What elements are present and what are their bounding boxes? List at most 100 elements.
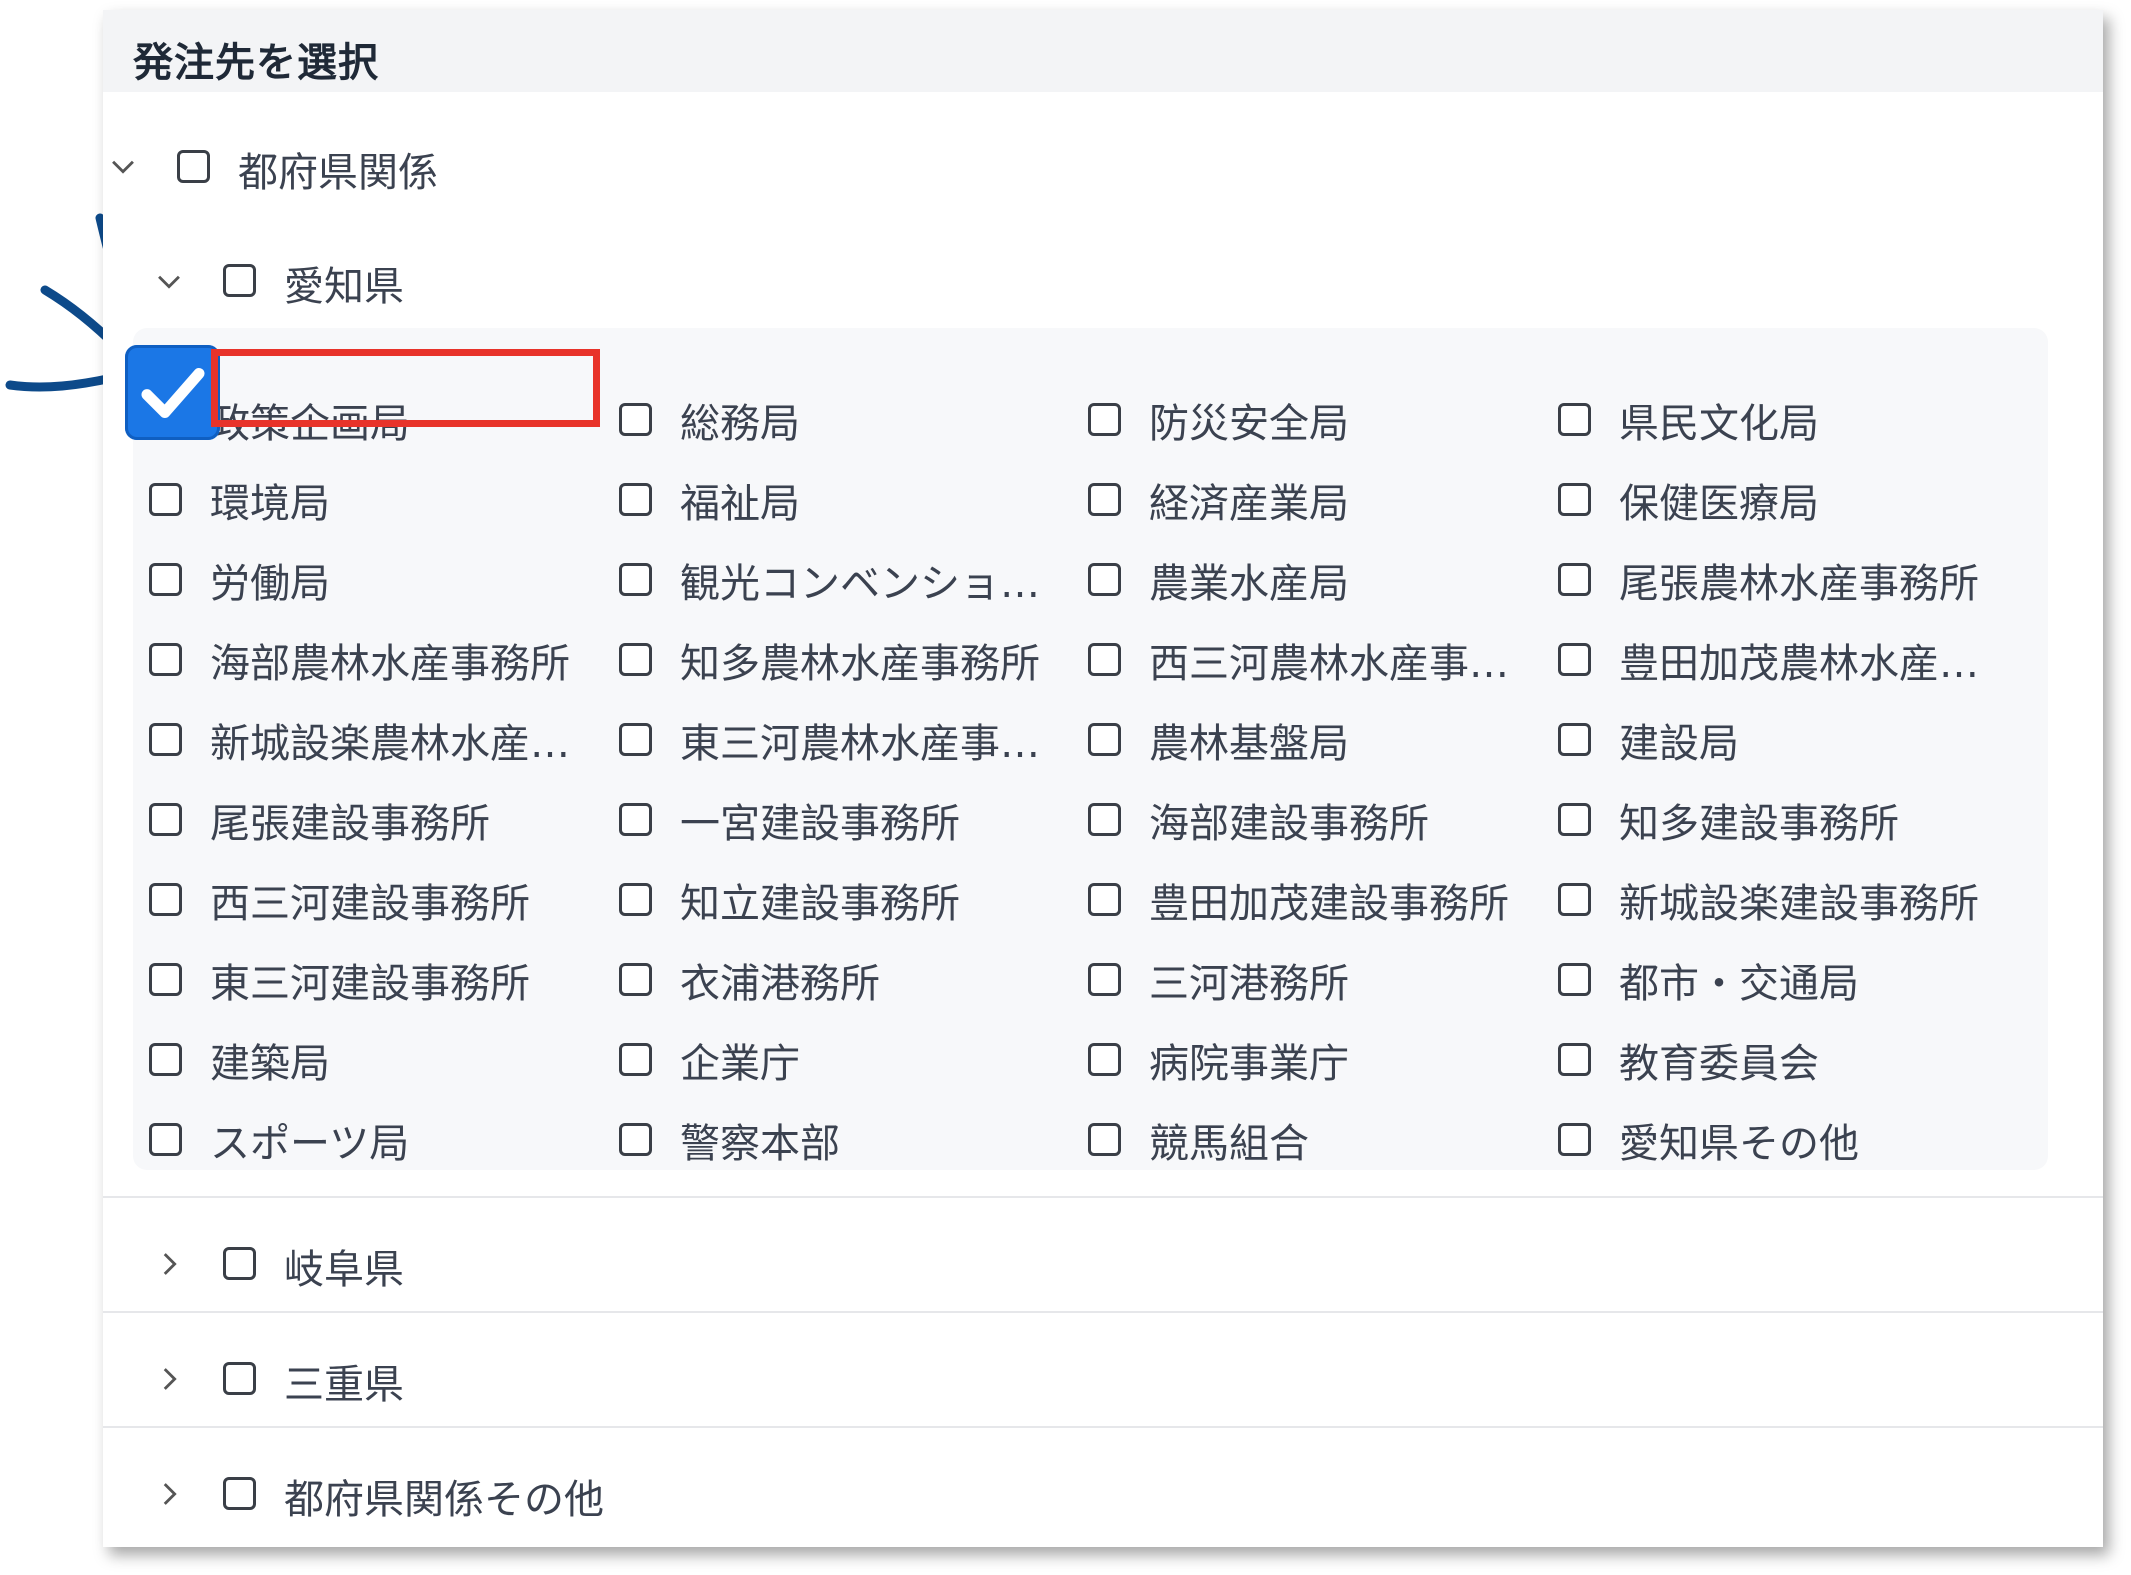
item-checkbox[interactable] [619,643,652,676]
item-label[interactable]: 一宮建設事務所 [680,791,960,849]
item-checkbox[interactable] [1088,483,1121,516]
item-label[interactable]: 建築局 [210,1031,330,1089]
item-checkbox[interactable] [1558,563,1591,596]
item-label[interactable]: 観光コンベンショ… [680,551,1040,609]
item-checkbox[interactable] [1558,963,1591,996]
item-label[interactable]: 警察本部 [680,1111,840,1169]
item-label[interactable]: 環境局 [210,471,330,529]
chevron-right-icon[interactable] [146,1356,192,1402]
item-label[interactable]: 農業水産局 [1149,551,1349,609]
checkbox-mie[interactable] [223,1362,256,1395]
chevron-down-icon[interactable] [100,143,146,189]
item-label[interactable]: 都市・交通局 [1619,951,1859,1009]
item-checkbox[interactable] [1088,1043,1121,1076]
item-label[interactable]: 尾張建設事務所 [210,791,490,849]
item-checkbox[interactable] [1088,403,1121,436]
item-checkbox[interactable] [1558,643,1591,676]
selector-header: 発注先を選択 [103,10,2103,92]
chevron-right-icon[interactable] [146,1471,192,1517]
item-checkbox[interactable] [149,563,182,596]
item-checkbox[interactable] [1088,643,1121,676]
item-checkbox[interactable] [1088,803,1121,836]
item-label[interactable]: 病院事業庁 [1149,1031,1349,1089]
item-label[interactable]: 三河港務所 [1149,951,1349,1009]
item-checkbox[interactable] [1088,963,1121,996]
item-label[interactable]: スポーツ局 [210,1111,409,1169]
item-checkbox[interactable] [1088,1123,1121,1156]
selector-title: 発注先を選択 [133,40,379,86]
item-checkbox[interactable] [149,1123,182,1156]
item-checkbox[interactable] [1558,803,1591,836]
item-checkbox[interactable] [619,563,652,596]
item-checkbox[interactable] [619,883,652,916]
item-label[interactable]: 衣浦港務所 [680,951,880,1009]
tree-label-prefectures-other: 都府県関係その他 [284,1477,604,1523]
item-checkbox[interactable] [149,963,182,996]
divider [103,1196,2103,1198]
item-label[interactable]: 経済産業局 [1149,471,1349,529]
item-label[interactable]: 知多建設事務所 [1619,791,1899,849]
item-label[interactable]: 防災安全局 [1149,391,1349,449]
tree-label-aichi: 愛知県 [284,264,404,310]
item-label[interactable]: 豊田加茂農林水産… [1619,631,1979,689]
item-checkbox[interactable] [149,643,182,676]
item-checkbox[interactable] [149,883,182,916]
divider [103,1311,2103,1313]
checkbox-checked-seisaku[interactable] [125,345,220,440]
item-checkbox[interactable] [1558,403,1591,436]
item-label[interactable]: 労働局 [210,551,330,609]
item-label[interactable]: 建設局 [1619,711,1739,769]
item-label[interactable]: 総務局 [680,391,800,449]
highlight-box [211,349,600,427]
item-checkbox[interactable] [1558,883,1591,916]
item-checkbox[interactable] [1088,883,1121,916]
item-label[interactable]: 東三河農林水産事… [680,711,1040,769]
item-checkbox[interactable] [1558,723,1591,756]
item-label[interactable]: 企業庁 [680,1031,800,1089]
checkbox-prefectures[interactable] [177,150,210,183]
recipient-selector-card: 発注先を選択 都府県関係 愛知県 政策企画局 総務局 防災安全局 県民文化局 環境局 福祉… [103,10,2103,1547]
divider [103,1426,2103,1428]
item-checkbox[interactable] [619,963,652,996]
item-label[interactable]: 尾張農林水産事務所 [1619,551,1979,609]
item-label[interactable]: 新城設楽建設事務所 [1619,871,1979,929]
item-label[interactable]: 知多農林水産事務所 [680,631,1040,689]
checkbox-aichi[interactable] [223,264,256,297]
item-checkbox[interactable] [1558,483,1591,516]
item-label[interactable]: 愛知県その他 [1619,1111,1859,1169]
item-label[interactable]: 東三河建設事務所 [210,951,530,1009]
item-label[interactable]: 福祉局 [680,471,800,529]
item-checkbox[interactable] [1088,563,1121,596]
tree-label-gifu: 岐阜県 [284,1247,404,1293]
item-label[interactable]: 保健医療局 [1619,471,1819,529]
item-label[interactable]: 競馬組合 [1149,1111,1309,1169]
item-checkbox[interactable] [1558,1123,1591,1156]
item-checkbox[interactable] [619,1123,652,1156]
item-label[interactable]: 西三河建設事務所 [210,871,530,929]
item-label[interactable]: 知立建設事務所 [680,871,960,929]
chevron-down-icon[interactable] [146,258,192,304]
item-checkbox[interactable] [619,403,652,436]
item-checkbox[interactable] [619,483,652,516]
item-checkbox[interactable] [149,1043,182,1076]
chevron-right-icon[interactable] [146,1241,192,1287]
item-checkbox[interactable] [149,483,182,516]
item-checkbox[interactable] [619,1043,652,1076]
item-label[interactable]: 新城設楽農林水産… [210,711,570,769]
item-label[interactable]: 西三河農林水産事… [1149,631,1509,689]
item-checkbox[interactable] [619,723,652,756]
item-label[interactable]: 海部農林水産事務所 [210,631,570,689]
item-label[interactable]: 農林基盤局 [1149,711,1349,769]
item-checkbox[interactable] [619,803,652,836]
item-label[interactable]: 県民文化局 [1619,391,1819,449]
item-label[interactable]: 教育委員会 [1619,1031,1819,1089]
item-checkbox[interactable] [149,723,182,756]
item-label[interactable]: 海部建設事務所 [1149,791,1429,849]
item-checkbox[interactable] [1088,723,1121,756]
item-label[interactable]: 豊田加茂建設事務所 [1149,871,1509,929]
item-checkbox[interactable] [1558,1043,1591,1076]
tree-label-prefectures: 都府県関係 [238,150,438,196]
item-checkbox[interactable] [149,803,182,836]
checkbox-prefectures-other[interactable] [223,1477,256,1510]
checkbox-gifu[interactable] [223,1247,256,1280]
